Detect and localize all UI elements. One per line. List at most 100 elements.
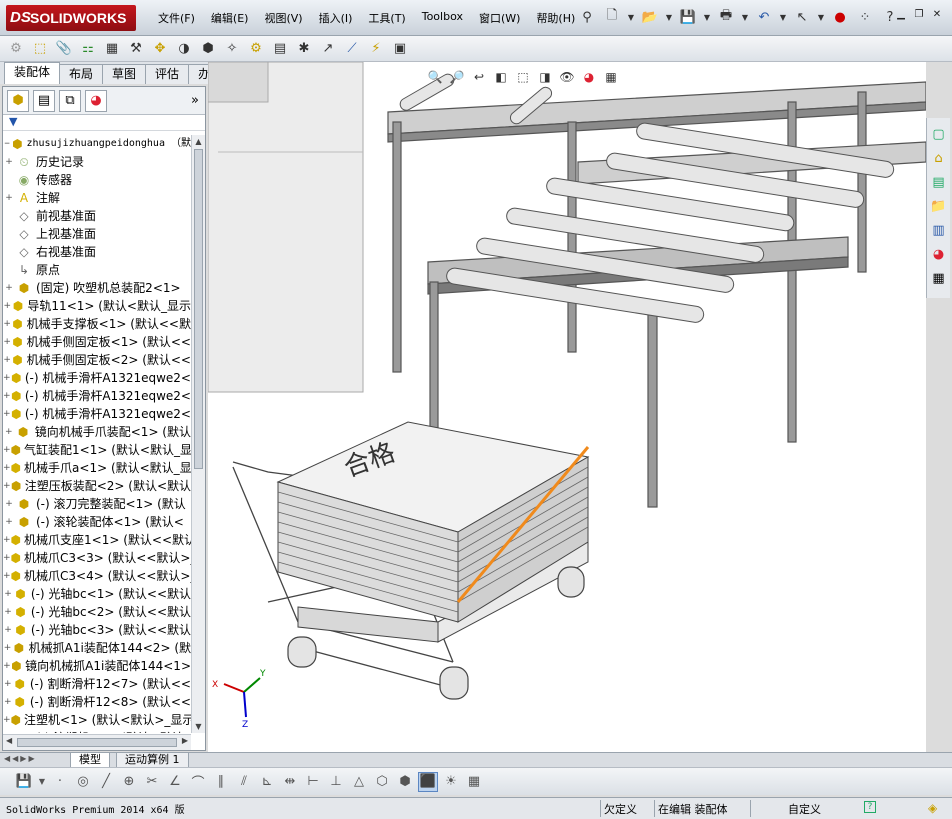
tree-item[interactable]: + A 注解 — [3, 189, 191, 207]
expand-icon[interactable]: + — [3, 639, 12, 657]
update-icon[interactable]: ⚡ — [366, 39, 386, 59]
exploded-view-icon[interactable]: ✱ — [294, 39, 314, 59]
tree-item[interactable]: + ⬢ (-) 光轴bc<1> (默认<<默认 — [3, 585, 191, 603]
tree-root[interactable]: − ⬢ zhusujizhuangpeidonghua （默 — [3, 135, 191, 153]
tab-assembly[interactable]: 装配体 — [4, 62, 61, 84]
menu-window[interactable]: 窗口(W) — [471, 10, 528, 26]
expand-icon[interactable]: + — [3, 423, 15, 441]
collapse-icon[interactable]: − — [3, 135, 11, 153]
tree-item[interactable]: + ⬢ 机械手侧固定板<1> (默认<< — [3, 333, 191, 351]
explode-line-icon[interactable]: ↗ — [318, 39, 338, 59]
insert-component-icon[interactable]: ⚙ — [6, 39, 26, 59]
expand-icon[interactable]: + — [3, 459, 11, 477]
tree-item[interactable]: + ⬢ (-) 机械手滑杆A1321eqwe2< — [3, 405, 191, 423]
tree-item[interactable]: + ⬢ 气缸装配1<1> (默认<默认_显 — [3, 441, 191, 459]
expand-icon[interactable]: + — [3, 729, 15, 733]
chevron-down-icon[interactable]: ▼ — [664, 6, 674, 28]
tree-item[interactable]: ◇ 前视基准面 — [3, 207, 191, 225]
expand-icon[interactable]: + — [3, 693, 13, 711]
expand-icon[interactable]: + — [3, 531, 11, 549]
tree-horizontal-scrollbar[interactable]: ◀ ▶ — [3, 734, 191, 750]
edit-appearance-icon[interactable]: ◕ — [580, 68, 598, 86]
instant3d-icon[interactable]: ⟋ — [342, 39, 362, 59]
tree-item[interactable]: + ⬢ (-) 机械手滑杆A1321eqwe2< — [3, 369, 191, 387]
tree-item[interactable]: + ⬢ 机械手侧固定板<2> (默认<< — [3, 351, 191, 369]
tree-item[interactable]: + ⏲ 历史记录 — [3, 153, 191, 171]
point-icon[interactable]: · — [50, 772, 70, 792]
tab-motion-study[interactable]: 运动算例 1 — [116, 753, 189, 768]
expand-icon[interactable]: + — [3, 387, 11, 405]
previous-view-icon[interactable]: ↩ — [470, 68, 488, 86]
save-icon[interactable]: 💾 — [14, 772, 34, 792]
close-icon[interactable]: ✕ — [930, 8, 944, 22]
tree-item[interactable]: + ⬢ (-) 滚轮装配体<1> (默认< — [3, 513, 191, 531]
expand-icon[interactable]: + — [3, 297, 12, 315]
tree-item[interactable]: ↳ 原点 — [3, 261, 191, 279]
expand-icon[interactable]: + — [3, 333, 11, 351]
tree-item[interactable]: + ⬢ (-) 割断滑杆12<8> (默认<< — [3, 693, 191, 711]
solidworks-logo[interactable]: DS SOLIDWORKS — [6, 5, 136, 31]
expand-icon[interactable]: + — [3, 351, 11, 369]
menu-file[interactable]: 文件(F) — [150, 10, 203, 26]
design-library-icon[interactable]: ▤ — [929, 172, 949, 192]
section-view-icon[interactable]: ◧ — [492, 68, 510, 86]
scroll-left-icon[interactable]: ◀ — [6, 736, 12, 745]
lights-icon[interactable]: ☀ — [441, 772, 461, 792]
tree-item[interactable]: + ⬢ (固定) 吹塑机总装配2<1> — [3, 279, 191, 297]
tree-item[interactable]: + ⬢ (-) 割断滑杆12<7> (默认<< — [3, 675, 191, 693]
tab-navigation-icon[interactable]: ◀◀▶▶ — [4, 754, 37, 763]
open-folder-icon[interactable]: 📂 — [639, 6, 661, 28]
file-explorer-icon[interactable]: 📁 — [929, 196, 949, 216]
expand-icon[interactable]: + — [3, 585, 13, 603]
assembly-features-icon[interactable]: ⬢ — [198, 39, 218, 59]
tree-item[interactable]: + ⬢ (-) 光轴bc<3> (默认<<默认 — [3, 621, 191, 639]
tree-item[interactable]: + ⬢ 镜向机械手爪装配<1> (默认 — [3, 423, 191, 441]
zoom-to-fit-icon[interactable]: 🔍 — [426, 68, 444, 86]
tree-item[interactable]: ◇ 右视基准面 — [3, 243, 191, 261]
hide-show-items-icon[interactable]: 👁 — [558, 68, 576, 86]
parallel-icon[interactable]: ∥ — [211, 772, 231, 792]
help-icon[interactable]: ? — [864, 801, 876, 813]
tree-item[interactable]: + ⬢ 机械手爪a<1> (默认<默认_显 — [3, 459, 191, 477]
view-orientation-icon[interactable]: ⬚ — [514, 68, 532, 86]
shaded-icon[interactable]: ⬛ — [418, 771, 438, 792]
wireframe-icon[interactable]: ⬡ — [372, 772, 392, 792]
bill-of-materials-icon[interactable]: ▤ — [270, 39, 290, 59]
menu-view[interactable]: 视图(V) — [256, 10, 310, 26]
scroll-right-icon[interactable]: ▶ — [182, 736, 188, 745]
display-manager-icon[interactable]: ◕ — [85, 89, 107, 112]
expand-icon[interactable]: + — [3, 549, 11, 567]
expand-icon[interactable]: + — [3, 675, 13, 693]
filter-icon[interactable]: ▼ — [3, 115, 205, 131]
undo-icon[interactable]: ↶ — [753, 6, 775, 28]
solidworks-resources-icon[interactable]: ▢ — [929, 124, 949, 144]
tangent-icon[interactable]: ⌒ — [188, 772, 208, 792]
tree-item[interactable]: + ⬢ 注塑机<1> (默认<默认>_显示 — [3, 711, 191, 729]
save-icon[interactable]: 💾 — [677, 6, 699, 28]
menu-insert[interactable]: 插入(I) — [311, 10, 361, 26]
expand-icon[interactable]: + — [3, 621, 13, 639]
tab-evaluate[interactable]: 评估 — [145, 64, 190, 84]
chevron-down-icon[interactable]: ▼ — [816, 6, 826, 28]
move-component-icon[interactable]: ✥ — [150, 39, 170, 59]
tag-icon[interactable]: ◈ — [928, 801, 937, 815]
mate-icon[interactable]: ⚏ — [78, 39, 98, 59]
tree-item[interactable]: + ⬢ 机械抓A1i装配体144<2> (默 — [3, 639, 191, 657]
expand-icon[interactable]: + — [3, 315, 11, 333]
tree-item[interactable]: + ⬢ (-) 滚刀完整装配<1> (默认 — [3, 495, 191, 513]
new-document-icon[interactable]: 🗋 — [601, 6, 623, 28]
chevron-down-icon[interactable]: ▼ — [37, 772, 47, 792]
tree-item[interactable]: + ⬢ 机械爪支座1<1> (默认<<默认 — [3, 531, 191, 549]
chevron-down-icon[interactable]: ▼ — [702, 6, 712, 28]
options-icon[interactable]: ⁘ — [854, 6, 876, 28]
circle-icon[interactable]: ◎ — [73, 772, 93, 792]
show-hidden-icon[interactable]: ◑ — [174, 39, 194, 59]
display-style-icon[interactable]: ◨ — [536, 68, 554, 86]
tree-item[interactable]: + ⬢ 机械爪C3<3> (默认<<默认>_ — [3, 549, 191, 567]
scroll-thumb[interactable] — [17, 738, 177, 747]
more-tabs-icon[interactable]: » — [191, 93, 199, 108]
new-part-icon[interactable]: ⬚ — [30, 39, 50, 59]
scroll-thumb[interactable] — [194, 149, 203, 469]
line-icon[interactable]: ╱ — [96, 772, 116, 792]
select-arrow-icon[interactable]: ↖ — [791, 6, 813, 28]
